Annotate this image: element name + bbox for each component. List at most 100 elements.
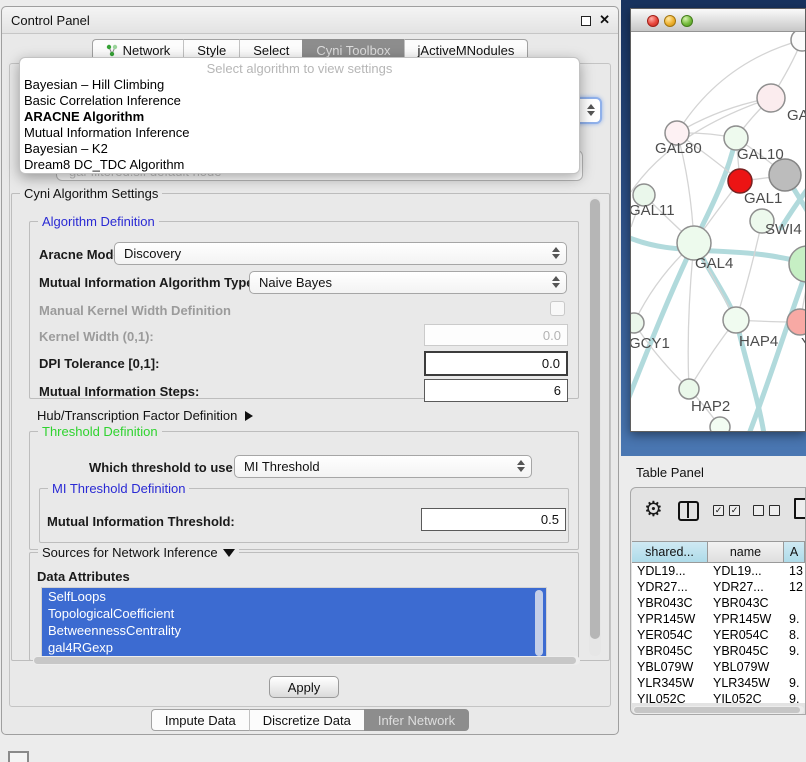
chevron-up-down-icon xyxy=(587,104,595,116)
table-row[interactable]: YLR345WYLR345W9. xyxy=(632,675,805,691)
mi-threshold-definition-title: MI Threshold Definition xyxy=(48,481,189,496)
node-hap4[interactable] xyxy=(723,307,749,333)
sources-h-scrollbar[interactable] xyxy=(33,656,580,665)
table-cell: YER054C xyxy=(708,627,784,643)
tab-label: Style xyxy=(197,43,226,58)
mi-steps-label: Mutual Information Steps: xyxy=(39,384,199,399)
table-row[interactable]: YBR045CYBR045C9. xyxy=(632,643,805,659)
algorithm-option-dream8-dc-tdc-algorithm[interactable]: Dream8 DC_TDC Algorithm xyxy=(20,157,579,173)
table-row[interactable]: YBL079WYBL079W xyxy=(632,659,805,675)
node-unlabeled[interactable] xyxy=(791,32,805,51)
attributes-scrollbar[interactable] xyxy=(535,590,543,656)
column-header-shared[interactable]: shared... xyxy=(632,541,708,563)
bottom-tab-discretize-data[interactable]: Discretize Data xyxy=(249,709,364,731)
table-h-scrollbar[interactable] xyxy=(633,706,804,714)
kernel-width-field[interactable]: 0.0 xyxy=(424,324,568,346)
mi-threshold-field[interactable]: 0.5 xyxy=(421,508,566,531)
settings-scrollbar[interactable] xyxy=(589,197,601,656)
apply-button[interactable]: Apply xyxy=(269,676,339,698)
manual-kernel-width-checkbox[interactable] xyxy=(550,301,565,316)
attribute-topologicalcoefficient[interactable]: TopologicalCoefficient xyxy=(42,605,546,622)
table-row[interactable]: YIL052CYIL052C9. xyxy=(632,691,805,703)
table-row[interactable]: YBR043CYBR043C xyxy=(632,595,805,611)
which-threshold-combo[interactable]: MI Threshold xyxy=(234,455,532,478)
minimized-icon[interactable] xyxy=(8,751,29,762)
select-all-icon[interactable]: ✓ ✓ xyxy=(713,505,740,516)
node-label-y: Y xyxy=(801,335,805,352)
algorithm-option-aracne-algorithm[interactable]: ARACNE Algorithm xyxy=(20,109,579,125)
checked-box-icon: ✓ xyxy=(729,505,740,516)
attribute-gal4rgexp[interactable]: gal4RGexp xyxy=(42,639,546,656)
algorithm-option-basic-correlation-inference[interactable]: Basic Correlation Inference xyxy=(20,93,579,109)
bottom-tab-infer-network[interactable]: Infer Network xyxy=(364,709,469,731)
table-row[interactable]: YDR27...YDR27...12 xyxy=(632,579,805,595)
algorithm-dropdown-list: Bayesian – Hill ClimbingBasic Correlatio… xyxy=(20,77,579,173)
attribute-selfloops[interactable]: SelfLoops xyxy=(42,588,546,605)
kernel-width-label: Kernel Width (0,1): xyxy=(39,329,154,344)
node-gal[interactable] xyxy=(757,84,785,112)
table-cell: YIL052C xyxy=(632,691,708,703)
network-nodes: GALGAL80GAL10GAL1GAL11SWI4GAL4GCY1HAP4YH… xyxy=(631,32,805,431)
zoom-traffic-light-icon[interactable] xyxy=(681,15,693,27)
network-window-titlebar xyxy=(631,9,805,32)
table-cell: YER054C xyxy=(632,627,708,643)
table-window: ⚙ ✓ ✓ shared...nameA YDL19...YDL19...13Y… xyxy=(630,487,806,715)
deselect-all-icon[interactable] xyxy=(753,505,780,516)
mi-algorithm-type-combo[interactable]: Naive Bayes xyxy=(249,271,567,294)
table-cell: 9. xyxy=(784,643,805,659)
bottom-tab-impute-data[interactable]: Impute Data xyxy=(151,709,249,731)
hub-definition-section[interactable]: Hub/Transcription Factor Definition xyxy=(37,408,253,423)
table-row[interactable]: YPR145WYPR145W9. xyxy=(632,611,805,627)
aracne-mode-combo[interactable]: Discovery xyxy=(114,242,567,265)
expand-right-icon[interactable] xyxy=(245,411,253,421)
chevron-up-down-icon xyxy=(517,460,525,472)
network-view-window: GALGAL80GAL10GAL1GAL11SWI4GAL4GCY1HAP4YH… xyxy=(630,8,806,432)
column-header-a[interactable]: A xyxy=(784,541,805,563)
float-window-icon[interactable] xyxy=(581,16,591,26)
column-browser-icon[interactable] xyxy=(678,501,699,521)
algorithm-option-bayesian-hill-climbing[interactable]: Bayesian – Hill Climbing xyxy=(20,77,579,93)
document-icon[interactable] xyxy=(794,498,806,519)
attribute-betweennesscentrality[interactable]: BetweennessCentrality xyxy=(42,622,546,639)
node-y[interactable] xyxy=(787,309,805,335)
algorithm-option-mutual-information-inference[interactable]: Mutual Information Inference xyxy=(20,125,579,141)
data-attributes-label: Data Attributes xyxy=(37,569,130,584)
mi-steps-field[interactable]: 6 xyxy=(424,379,568,402)
table-cell: 9. xyxy=(784,611,805,627)
sources-h-scrollbar-thumb[interactable] xyxy=(34,657,576,664)
chevron-up-down-icon xyxy=(552,247,560,259)
table-cell: 12 xyxy=(784,579,805,595)
settings-scrollbar-thumb[interactable] xyxy=(590,199,600,639)
collapse-down-icon[interactable] xyxy=(223,549,235,557)
node-unlabeled[interactable] xyxy=(710,417,730,431)
node-label-gal10: GAL10 xyxy=(737,146,784,163)
algorithm-option-bayesian-k2[interactable]: Bayesian – K2 xyxy=(20,141,579,157)
node-unlabeled[interactable] xyxy=(789,246,805,282)
dpi-tolerance-value: 0.0 xyxy=(542,356,560,371)
aracne-mode-value: Discovery xyxy=(124,246,181,261)
node-unlabeled[interactable] xyxy=(769,159,801,191)
algorithm-dropdown-popup: Select algorithm to view settings Bayesi… xyxy=(19,57,580,174)
minimize-traffic-light-icon[interactable] xyxy=(664,15,676,27)
dpi-tolerance-field[interactable]: 0.0 xyxy=(424,351,568,376)
close-traffic-light-icon[interactable] xyxy=(647,15,659,27)
table-row[interactable]: YDL19...YDL19...13 xyxy=(632,563,805,579)
table-cell: YIL052C xyxy=(708,691,784,703)
manual-kernel-width-label: Manual Kernel Width Definition xyxy=(39,303,231,318)
tab-label: Select xyxy=(253,43,289,58)
desktop-background: GALGAL80GAL10GAL1GAL11SWI4GAL4GCY1HAP4YH… xyxy=(621,0,806,456)
column-header-name[interactable]: name xyxy=(708,541,784,563)
table-cell: YBR043C xyxy=(632,595,708,611)
table-h-scrollbar-thumb[interactable] xyxy=(634,707,800,713)
node-gcy1[interactable] xyxy=(631,313,644,333)
gear-icon[interactable]: ⚙ xyxy=(644,496,663,524)
table-body: YDL19...YDL19...13YDR27...YDR27...12YBR0… xyxy=(632,563,805,703)
table-row[interactable]: YER054CYER054C8. xyxy=(632,627,805,643)
network-canvas[interactable]: GALGAL80GAL10GAL1GAL11SWI4GAL4GCY1HAP4YH… xyxy=(631,32,805,431)
table-cell: 13 xyxy=(784,563,805,579)
close-icon[interactable]: ✕ xyxy=(599,12,610,28)
node-label-hap4: HAP4 xyxy=(739,333,778,350)
node-hap2[interactable] xyxy=(679,379,699,399)
data-attributes-list[interactable]: SelfLoopsTopologicalCoefficientBetweenne… xyxy=(41,587,547,659)
sources-title-row[interactable]: Sources for Network Inference xyxy=(38,545,239,560)
